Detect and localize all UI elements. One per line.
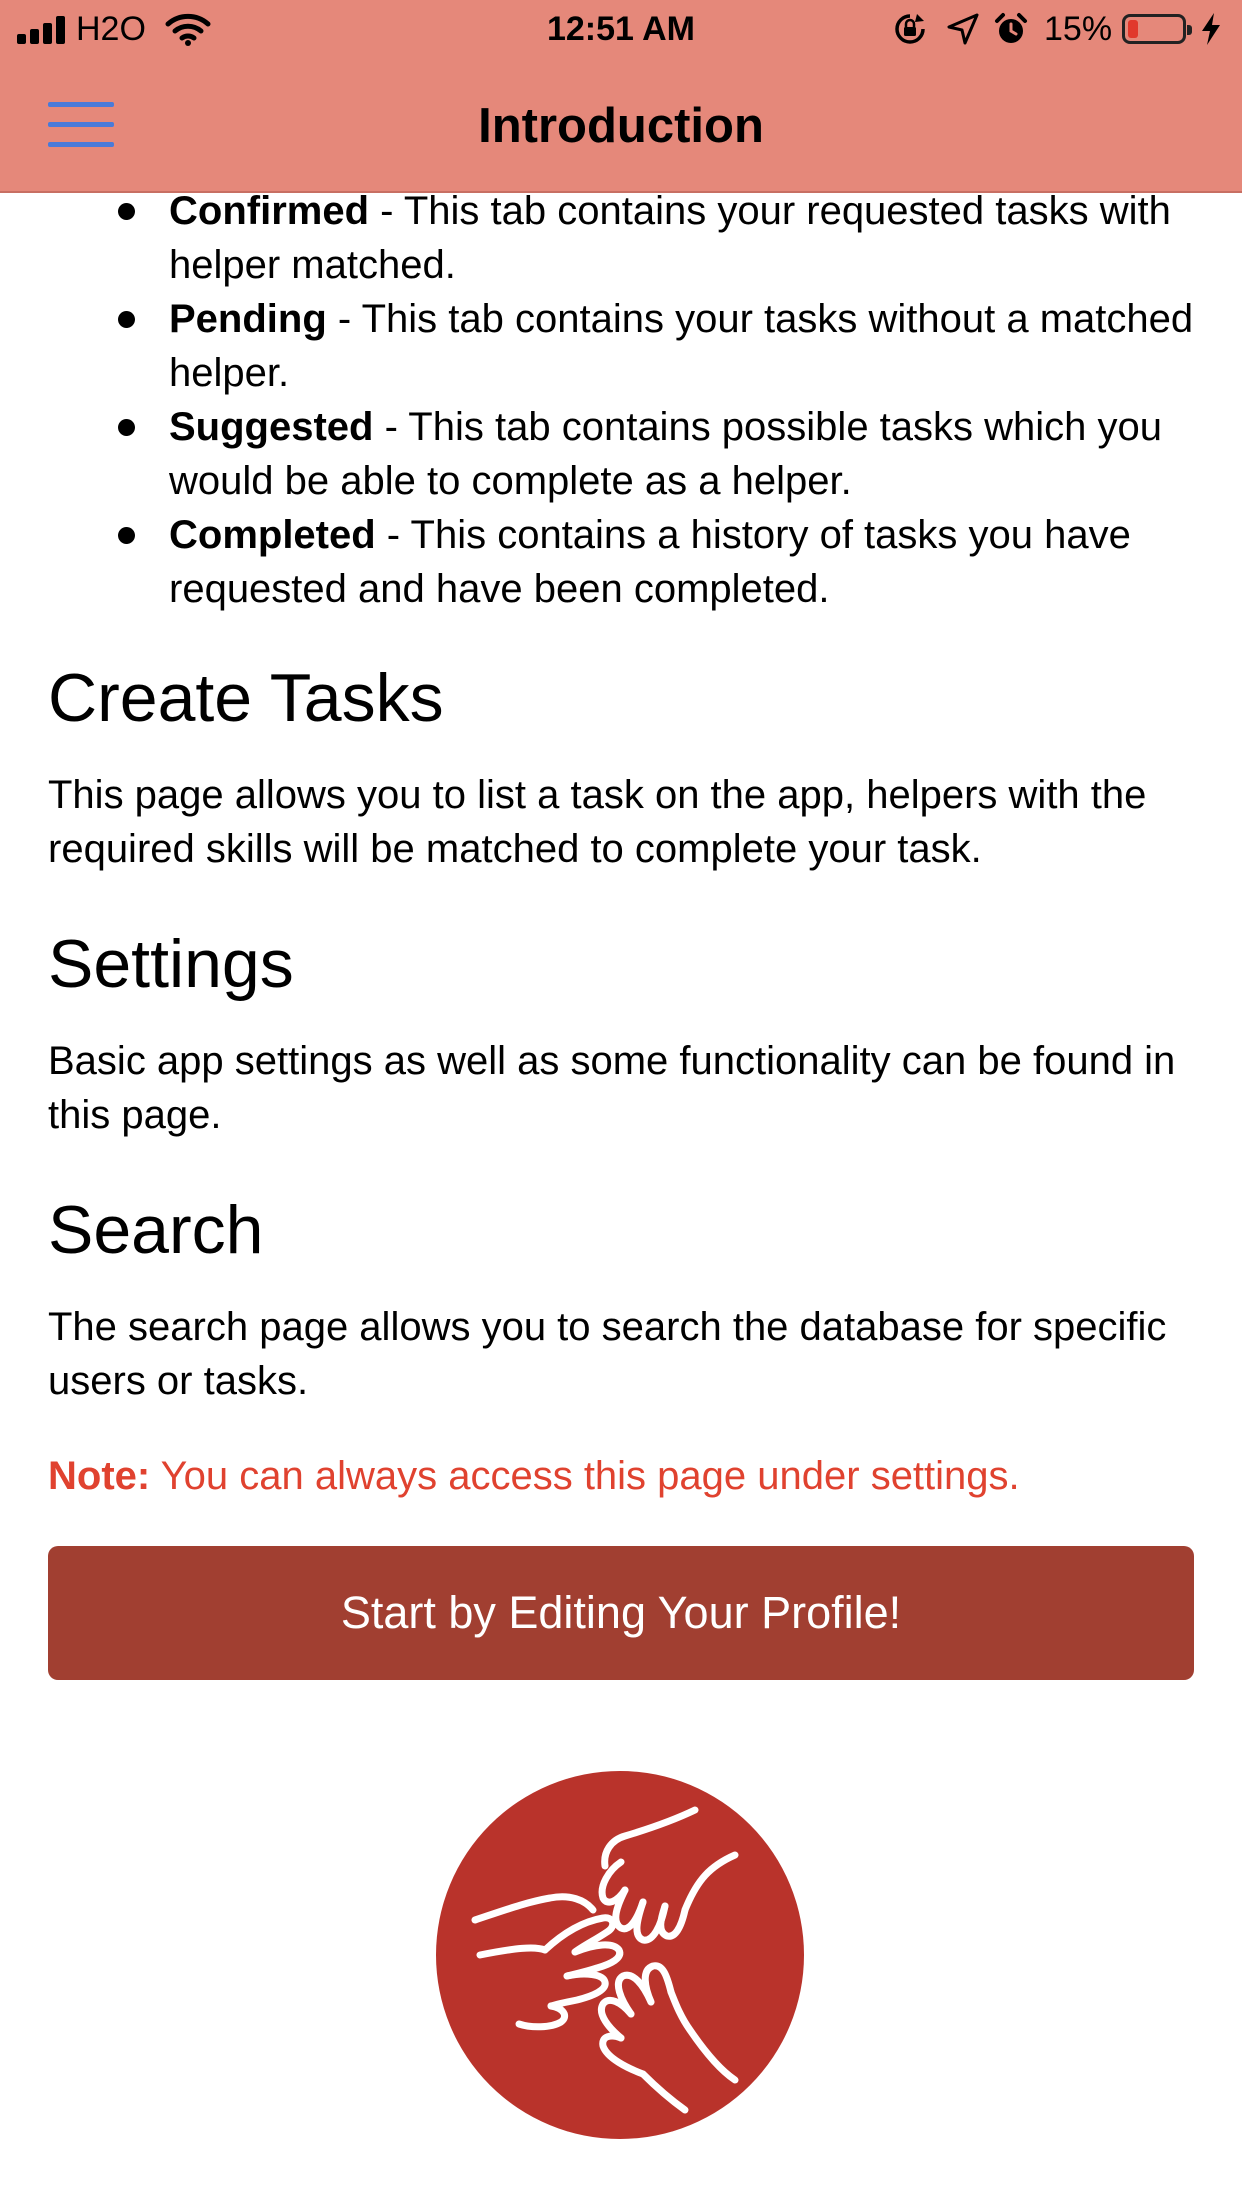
bullet-icon (118, 419, 135, 436)
list-item-name: Completed (169, 513, 376, 557)
intro-content: Confirmed - This tab contains your reque… (48, 184, 1198, 1680)
edit-profile-button[interactable]: Start by Editing Your Profile! (48, 1546, 1194, 1680)
create-tasks-heading: Create Tasks (48, 660, 444, 736)
tab-description-list: Confirmed - This tab contains your reque… (48, 184, 1198, 616)
top-bar: H2O 12:51 AM 15% Introduction (0, 0, 1242, 193)
alarm-icon (995, 13, 1027, 43)
search-text: The search page allows you to search the… (48, 1305, 1167, 1403)
location-icon (947, 13, 979, 45)
status-bar: H2O 12:51 AM 15% (0, 0, 1242, 60)
list-item-suggested: Suggested - This tab contains possible t… (118, 400, 1198, 508)
list-item-completed: Completed - This contains a history of t… (118, 508, 1198, 616)
list-item-name: Pending (169, 297, 327, 341)
list-item-confirmed: Confirmed - This tab contains your reque… (118, 184, 1198, 292)
battery-percent: 15% (1044, 10, 1113, 48)
bullet-icon (118, 311, 135, 328)
helping-hands-logo (436, 1771, 804, 2139)
create-tasks-text: This page allows you to list a task on t… (48, 773, 1147, 871)
note-body: You can always access this page under se… (150, 1454, 1020, 1498)
list-item-name: Confirmed (169, 189, 369, 233)
bullet-icon (118, 203, 135, 220)
settings-text: Basic app settings as well as some funct… (48, 1039, 1176, 1137)
nav-bar: Introduction (0, 60, 1242, 191)
search-heading: Search (48, 1192, 264, 1268)
list-item-pending: Pending - This tab contains your tasks w… (118, 292, 1198, 400)
battery-icon (1122, 14, 1192, 44)
bullet-icon (118, 527, 135, 544)
settings-heading: Settings (48, 926, 294, 1002)
note-text: Note: You can always access this page un… (48, 1449, 1198, 1503)
charging-icon (1202, 13, 1220, 45)
note-label: Note: (48, 1454, 151, 1498)
page-title: Introduction (478, 99, 764, 153)
rotation-lock-icon (895, 14, 925, 44)
list-item-name: Suggested (169, 405, 374, 449)
